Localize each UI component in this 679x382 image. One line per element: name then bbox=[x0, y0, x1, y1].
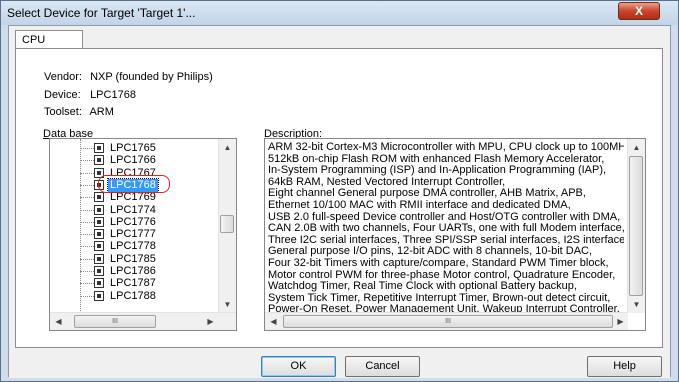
database-hscroll-thumb[interactable]: III bbox=[74, 315, 156, 328]
tree-item-label: LPC1777 bbox=[110, 228, 156, 241]
cancel-button[interactable]: Cancel bbox=[345, 356, 420, 377]
tree-connector bbox=[80, 197, 94, 199]
description-line: Four 32-bit Timers with capture/compare,… bbox=[268, 256, 609, 269]
chip-icon bbox=[94, 155, 104, 166]
tab-bar: CPU bbox=[9, 26, 670, 49]
description-text: ARM 32-bit Cortex-M3 Microcontroller wit… bbox=[268, 142, 624, 328]
tree-connector bbox=[80, 295, 94, 297]
tree-connector bbox=[80, 234, 94, 236]
tree-item-label: LPC1774 bbox=[110, 203, 156, 216]
vendor-row: Vendor: NXP (founded by Philips) bbox=[44, 71, 213, 83]
description-line: ARM 32-bit Cortex-M3 Microcontroller wit… bbox=[268, 142, 624, 153]
tree-connector bbox=[80, 221, 94, 223]
chip-icon bbox=[94, 216, 104, 227]
tree-item-label: LPC1766 bbox=[110, 154, 156, 167]
device-row: Device: LPC1768 bbox=[44, 89, 136, 101]
chip-icon bbox=[94, 278, 104, 289]
description-vscroll-thumb[interactable] bbox=[629, 156, 643, 296]
chip-icon bbox=[94, 229, 104, 240]
tree-item-label: LPC1788 bbox=[110, 289, 156, 302]
tree-item-label: LPC1785 bbox=[110, 252, 156, 265]
tree-connector bbox=[80, 184, 94, 186]
database-horizontal-scrollbar[interactable]: ◀ III ▶ bbox=[50, 312, 236, 330]
chip-icon bbox=[94, 192, 104, 203]
chip-icon bbox=[94, 241, 104, 252]
tree-connector bbox=[80, 271, 94, 272]
red-annotation-circle bbox=[98, 175, 170, 193]
tree-connector bbox=[80, 160, 94, 162]
help-button[interactable]: Help bbox=[587, 356, 662, 377]
dialog-title: Select Device for Target 'Target 1'... bbox=[7, 6, 196, 20]
tree-item-label: LPC1765 bbox=[110, 142, 156, 154]
chip-icon bbox=[94, 204, 104, 215]
device-label: Device: bbox=[44, 89, 81, 101]
description-box[interactable]: ARM 32-bit Cortex-M3 Microcontroller wit… bbox=[264, 138, 646, 331]
desc-scroll-right-icon[interactable]: ▶ bbox=[612, 313, 629, 330]
tree-connector-line bbox=[80, 139, 81, 319]
desc-scroll-up-icon[interactable]: ▲ bbox=[628, 139, 645, 156]
tree-item-label: LPC1786 bbox=[110, 265, 156, 277]
toolset-value: ARM bbox=[89, 106, 114, 118]
chip-icon bbox=[94, 253, 104, 264]
tree-connector bbox=[80, 246, 94, 248]
scroll-left-icon[interactable]: ◀ bbox=[50, 313, 67, 330]
description-line: CAN 2.0B with two channels, Four UARTs, … bbox=[268, 222, 624, 235]
desc-scroll-left-icon[interactable]: ◀ bbox=[265, 313, 282, 330]
tree-item-label: LPC1769 bbox=[110, 191, 156, 204]
description-horizontal-scrollbar[interactable]: ◀ III ▶ bbox=[265, 312, 628, 330]
database-vertical-scrollbar[interactable]: ▲ ▼ bbox=[218, 139, 236, 313]
ok-button[interactable]: OK bbox=[261, 356, 336, 377]
tab-cpu-label: CPU bbox=[22, 34, 46, 46]
tree-connector bbox=[80, 148, 94, 149]
select-device-dialog: Select Device for Target 'Target 1'... X… bbox=[0, 0, 679, 382]
database-vscroll-thumb[interactable] bbox=[220, 215, 234, 233]
description-hscroll-thumb[interactable]: III bbox=[283, 315, 613, 328]
description-line: Watchdog Timer, Real Time Clock with opt… bbox=[268, 280, 577, 293]
device-value: LPC1768 bbox=[90, 89, 136, 101]
tree-item-label: LPC1787 bbox=[110, 277, 156, 290]
close-button[interactable]: X bbox=[618, 2, 660, 20]
tree-connector bbox=[80, 172, 94, 174]
description-line: Ethernet 10/100 MAC with RMII interface … bbox=[268, 198, 571, 211]
toolset-row: Toolset: ARM bbox=[44, 106, 114, 118]
close-icon: X bbox=[634, 4, 643, 18]
title-bar[interactable]: Select Device for Target 'Target 1'... X bbox=[1, 1, 678, 25]
scroll-up-icon[interactable]: ▲ bbox=[219, 139, 236, 156]
description-vertical-scrollbar[interactable]: ▲ ▼ bbox=[627, 139, 645, 313]
tree-connector bbox=[80, 258, 94, 260]
tree-item-label: LPC1778 bbox=[110, 240, 156, 253]
device-database-tree[interactable]: LPC1765 LPC1766 LPC1767 LPC1768 LPC1769 LPC17… bbox=[49, 138, 237, 331]
scroll-right-icon[interactable]: ▶ bbox=[202, 313, 219, 330]
tree-connector bbox=[80, 283, 94, 285]
desc-scroll-down-icon[interactable]: ▼ bbox=[628, 296, 645, 313]
toolset-label: Toolset: bbox=[44, 106, 82, 118]
chip-icon bbox=[94, 266, 104, 276]
chip-icon bbox=[94, 143, 104, 153]
tab-cpu[interactable]: CPU bbox=[15, 30, 83, 49]
dialog-client-area: CPU Vendor: NXP (founded by Philips) Dev… bbox=[8, 25, 671, 378]
vendor-label: Vendor: bbox=[44, 71, 82, 83]
tree-connector bbox=[80, 209, 94, 211]
chip-icon bbox=[94, 290, 104, 301]
tree-item-label: LPC1776 bbox=[110, 215, 156, 228]
scroll-down-icon[interactable]: ▼ bbox=[219, 296, 236, 313]
vendor-value: NXP (founded by Philips) bbox=[90, 71, 213, 83]
button-bar: OK Cancel Help bbox=[9, 348, 670, 378]
